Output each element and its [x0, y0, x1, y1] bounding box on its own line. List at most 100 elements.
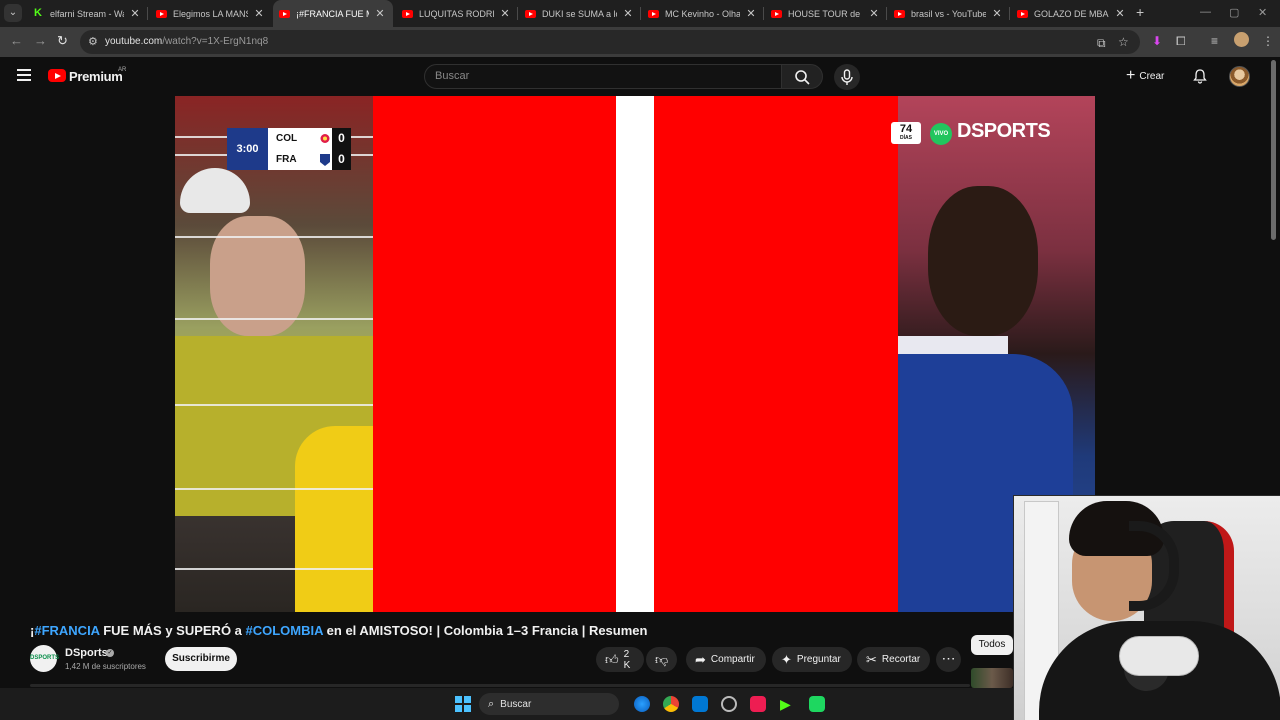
browser-tab[interactable]: brasil vs - YouTube ✕ [888, 0, 1010, 27]
create-button[interactable]: + Crear [1126, 65, 1176, 87]
tab-close-icon[interactable]: ✕ [128, 7, 142, 20]
tab-title: GOLAZO DE MBAPPE [1034, 8, 1109, 19]
tab-title: DUKI se SUMA a los T [542, 8, 617, 19]
microphone [1119, 636, 1199, 676]
scissors-icon: ✂ [866, 651, 877, 667]
france-crest-icon [318, 149, 332, 170]
thumbs-up-icon: 👍︎ [605, 651, 619, 667]
tab-title: brasil vs - YouTube [911, 8, 986, 19]
maximize-icon[interactable]: ▢ [1229, 6, 1239, 19]
extensions-icon[interactable]: ⧠ [1176, 34, 1186, 49]
youtube-premium-wordmark[interactable]: Premium [69, 69, 123, 84]
reload-icon[interactable]: ↻ [57, 33, 68, 49]
country-code: AR [118, 67, 127, 73]
browser-tab[interactable]: HOUSE TOUR de mi f ✕ [765, 0, 887, 27]
match-clock: 3:00 [227, 128, 268, 170]
search-button[interactable] [781, 64, 823, 89]
share-arrow-icon: ➦ [695, 651, 706, 667]
search-box[interactable] [424, 64, 782, 89]
chrome-icon[interactable] [663, 696, 679, 712]
search-icon: ⌕ [488, 697, 495, 710]
hashtag-link[interactable]: #COLOMBIA [246, 623, 324, 638]
hamburger-menu-icon[interactable] [17, 69, 31, 81]
download-extension-icon[interactable]: ⬇ [1152, 34, 1162, 48]
clip-label: Recortar [881, 654, 921, 665]
subscriber-count: 1,42 M de suscriptores [65, 662, 146, 671]
away-team-code: FRA [268, 149, 318, 170]
dislike-button[interactable]: 👎︎ [646, 647, 677, 672]
youtube-icon [894, 9, 905, 18]
url-text[interactable]: youtube.com/watch?v=1X-ErgN1nq8 [105, 36, 268, 47]
minimize-icon[interactable]: — [1200, 6, 1211, 18]
tiktok-icon[interactable] [750, 696, 766, 712]
browser-tab[interactable]: K elfarni Stream - Watc ✕ [28, 0, 148, 27]
search-input[interactable] [435, 70, 765, 82]
close-window-icon[interactable]: ✕ [1258, 6, 1267, 19]
tab-title: LUQUITAS RODRIGUE [419, 8, 494, 19]
taskbar-search[interactable]: ⌕ Buscar [479, 693, 619, 715]
browser-tab[interactable]: Elegimos LA MANSIÓ ✕ [150, 0, 272, 27]
like-button[interactable]: 👍︎ 2 K [596, 647, 644, 672]
tab-search-button[interactable]: ⌄ [4, 4, 22, 22]
browser-tab[interactable]: GOLAZO DE MBAPPE ✕ [1011, 0, 1133, 27]
kick-app-icon[interactable]: ▶ [780, 696, 796, 712]
profile-avatar[interactable] [1234, 32, 1249, 47]
chrome-menu-icon[interactable]: ⋮ [1262, 34, 1274, 48]
clock-app-icon[interactable] [721, 696, 737, 712]
ask-label: Preguntar [796, 654, 841, 665]
edge-icon[interactable] [634, 696, 650, 712]
tab-close-icon[interactable]: ✕ [252, 7, 266, 20]
recommended-video-thumbnail[interactable] [971, 668, 1013, 688]
home-score: 0 [332, 128, 351, 149]
tab-close-icon[interactable]: ✕ [1113, 7, 1127, 20]
tab-close-icon[interactable]: ✕ [867, 7, 881, 20]
voice-search-button[interactable] [834, 64, 860, 90]
countdown-badge: 74 DÍAS [891, 122, 921, 144]
tab-close-icon[interactable]: ✕ [744, 7, 758, 20]
browser-tab-active[interactable]: ¡#FRANCIA FUE MÁS ✕ [273, 0, 393, 27]
site-info-icon[interactable]: ⚙ [88, 35, 98, 48]
youtube-logo-icon[interactable] [48, 69, 66, 82]
tab-close-icon[interactable]: ✕ [373, 7, 387, 20]
away-score: 0 [332, 149, 351, 170]
tab-title: MC Kevinho - Olha a [665, 8, 740, 19]
more-actions-icon[interactable]: ⋯ [936, 647, 961, 672]
address-bar[interactable]: ⚙ youtube.com/watch?v=1X-ErgN1nq8 ⧉ ☆ [80, 30, 1140, 54]
back-icon[interactable]: ← [10, 33, 23, 48]
app-icon[interactable] [809, 696, 825, 712]
file-explorer-icon[interactable] [692, 696, 708, 712]
filter-chip-all[interactable]: Todos [971, 635, 1013, 655]
channel-avatar[interactable]: DSPORTS [30, 645, 59, 672]
subscribe-button[interactable]: Suscribirme [165, 647, 237, 671]
verified-badge-icon: ✓ [106, 649, 114, 657]
new-tab-icon[interactable]: + [1136, 4, 1144, 20]
browser-tab[interactable]: DUKI se SUMA a los T ✕ [519, 0, 641, 27]
user-avatar[interactable] [1229, 66, 1250, 87]
browser-tab[interactable]: LUQUITAS RODRIGUE ✕ [396, 0, 518, 27]
taskbar-search-label: Buscar [500, 698, 532, 710]
browser-tab[interactable]: MC Kevinho - Olha a ✕ [642, 0, 764, 27]
windows-start-icon[interactable] [455, 696, 471, 712]
ask-button[interactable]: ✦ Preguntar [772, 647, 852, 672]
forward-icon[interactable]: → [34, 33, 47, 48]
video-title: ¡#FRANCIA FUE MÁS y SUPERÓ a #COLOMBIA e… [30, 623, 648, 638]
live-badge: VIVO [930, 123, 952, 145]
video-player[interactable]: 3:00 COL 0 FRA 0 74 DÍAS VIVO DSPORTS [175, 96, 1095, 612]
reading-list-icon[interactable]: ≡ [1211, 34, 1218, 48]
tab-close-icon[interactable]: ✕ [990, 7, 1004, 20]
share-button[interactable]: ➦ Compartir [686, 647, 766, 672]
notifications-bell-icon[interactable] [1193, 69, 1207, 84]
scoreboard-overlay: 3:00 COL 0 FRA 0 [227, 128, 351, 170]
hashtag-link[interactable]: #FRANCIA [34, 623, 99, 638]
channel-name[interactable]: DSports [65, 647, 108, 659]
tab-title: Elegimos LA MANSIÓ [173, 8, 248, 19]
tab-close-icon[interactable]: ✕ [621, 7, 635, 20]
clip-button[interactable]: ✂ Recortar [857, 647, 930, 672]
youtube-icon [402, 9, 413, 18]
browser-tab-strip: ⌄ K elfarni Stream - Watc ✕ Elegimos LA … [0, 0, 1280, 27]
page-scrollbar[interactable] [1271, 60, 1276, 240]
cast-icon[interactable]: ⧉ [1097, 36, 1106, 51]
tab-close-icon[interactable]: ✕ [498, 7, 512, 20]
bookmark-star-icon[interactable]: ☆ [1118, 35, 1129, 49]
youtube-icon [525, 9, 536, 18]
